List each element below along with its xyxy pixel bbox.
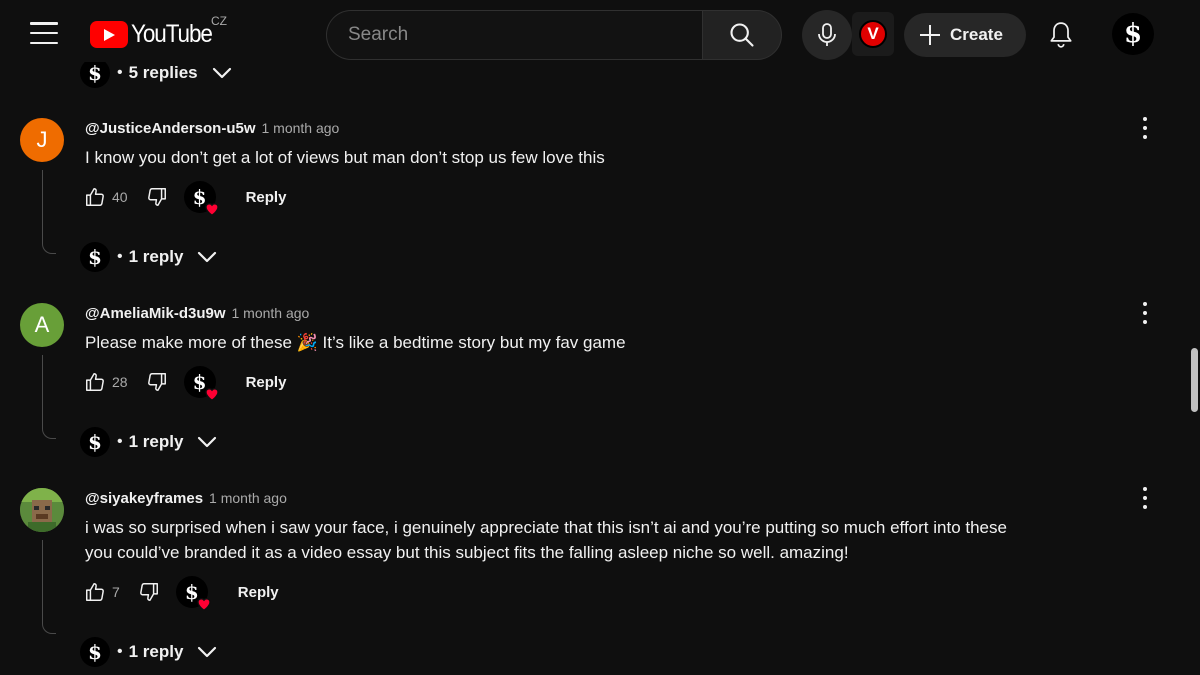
youtube-logo[interactable]: YouTube (90, 20, 221, 49)
dislike-button[interactable] (146, 371, 168, 393)
replies-count: 5 replies (128, 63, 198, 82)
comment-header: @JusticeAnderson-u5w 1 month ago (85, 120, 339, 137)
heart-icon (204, 388, 219, 401)
comment-author[interactable]: @siyakeyframes (85, 490, 203, 507)
search-button[interactable] (702, 10, 782, 60)
logo-wordmark: YouTube (131, 20, 213, 48)
dislike-button[interactable] (146, 186, 168, 208)
comment-actions: 7 $ Reply (84, 575, 279, 611)
comment-text: Please make more of these 🎉 It’s like a … (85, 330, 1065, 355)
play-logo-icon (90, 21, 128, 48)
create-button[interactable]: Create (904, 13, 1026, 57)
creator-avatar: $ (80, 637, 110, 667)
thread-line (42, 540, 56, 634)
comments-section: $ • 5 replies J @JusticeAnderson-u5w 1 m… (0, 0, 1200, 675)
replies-toggle[interactable]: $ • 1 reply (80, 241, 217, 273)
thumbs-down-icon (139, 583, 158, 601)
replies-count: 1 reply (128, 642, 184, 661)
separator-dot: • (117, 248, 123, 265)
replies-count: 1 reply (128, 432, 184, 451)
replies-toggle[interactable]: $ • 1 reply (80, 636, 217, 668)
reply-button[interactable]: Reply (246, 374, 287, 391)
search-field[interactable] (326, 10, 702, 60)
replies-toggle[interactable]: $ • 1 reply (80, 426, 217, 458)
like-button[interactable] (84, 581, 106, 603)
comment-text-line: Please make more of these 🎉 It’s like a … (85, 333, 626, 352)
comment-text: i was so surprised when i saw your face,… (85, 515, 1065, 565)
chevron-down-icon (197, 436, 217, 448)
search-icon (730, 23, 754, 47)
comment-time[interactable]: 1 month ago (262, 120, 340, 136)
create-label: Create (950, 25, 1003, 44)
comment-text-line: you could’ve branded it as a video essay… (85, 543, 849, 562)
extension-v-icon: V (859, 20, 887, 48)
extension-button[interactable]: V (852, 12, 894, 56)
like-button[interactable] (84, 186, 106, 208)
creator-avatar: $ (80, 427, 110, 457)
avatar-letter: J (36, 127, 48, 152)
country-code: CZ (211, 14, 227, 28)
plus-icon (920, 25, 940, 45)
avatar[interactable]: A (20, 303, 64, 347)
comment-header: @AmeliaMik-d3u9w 1 month ago (85, 305, 309, 322)
comment-author[interactable]: @JusticeAnderson-u5w (85, 120, 256, 137)
heart-icon (204, 203, 219, 216)
more-options-icon[interactable] (1134, 485, 1156, 511)
reply-button[interactable]: Reply (238, 584, 279, 601)
like-button[interactable] (84, 371, 106, 393)
top-bar: YouTube CZ V Create $ (0, 0, 1200, 62)
reply-button[interactable]: Reply (246, 189, 287, 206)
creator-heart-badge: $ (183, 181, 219, 216)
like-count: 40 (112, 189, 128, 205)
separator-dot: • (117, 433, 123, 450)
thumbs-down-icon (147, 188, 166, 206)
comment-author[interactable]: @AmeliaMik-d3u9w (85, 305, 226, 322)
hamburger-menu-icon[interactable] (30, 22, 58, 44)
comment-time[interactable]: 1 month ago (209, 490, 287, 506)
like-count: 28 (112, 374, 128, 390)
avatar[interactable] (20, 488, 64, 532)
thumbs-up-icon (86, 373, 104, 391)
comment-actions: 40 $ Reply (84, 180, 287, 216)
dislike-button[interactable] (138, 581, 160, 603)
replies-count: 1 reply (128, 247, 184, 266)
comment-header: @siyakeyframes 1 month ago (85, 490, 287, 507)
thumbs-down-icon (147, 373, 166, 391)
thumbs-up-icon (86, 188, 104, 206)
creator-avatar: $ (80, 242, 110, 272)
more-options-icon[interactable] (1134, 115, 1156, 141)
account-avatar[interactable]: $ (1112, 13, 1154, 55)
bell-icon (1050, 22, 1072, 48)
voice-search-button[interactable] (802, 10, 852, 60)
comment-text-line: I know you don’t get a lot of views but … (85, 148, 605, 167)
chevron-down-icon (197, 251, 217, 263)
scrollbar-thumb[interactable] (1191, 348, 1198, 412)
chevron-down-icon (212, 67, 232, 79)
separator-dot: • (117, 64, 123, 81)
avatar[interactable]: J (20, 118, 64, 162)
like-count: 7 (112, 584, 120, 600)
comment-text-line: i was so surprised when i saw your face,… (85, 518, 1007, 537)
thumbs-up-icon (86, 583, 104, 601)
heart-icon (197, 598, 211, 611)
creator-heart-badge: $ (183, 366, 219, 401)
youtube-page: $ • 5 replies J @JusticeAnderson-u5w 1 m… (0, 0, 1200, 675)
creator-heart-badge: $ (175, 576, 211, 611)
thread-line (42, 355, 56, 439)
comment-time[interactable]: 1 month ago (232, 305, 310, 321)
comment-text: I know you don’t get a lot of views but … (85, 145, 1065, 170)
search-input[interactable] (348, 24, 688, 46)
pixel-avatar-icon (20, 488, 64, 532)
comment-actions: 28 $ Reply (84, 365, 287, 401)
thread-line (42, 170, 56, 254)
chevron-down-icon (197, 646, 217, 658)
avatar-letter: A (34, 312, 50, 337)
notifications-button[interactable] (1042, 16, 1080, 54)
more-options-icon[interactable] (1134, 300, 1156, 326)
separator-dot: • (117, 643, 123, 660)
creator-avatar: $ (80, 58, 110, 88)
microphone-icon (818, 23, 836, 46)
